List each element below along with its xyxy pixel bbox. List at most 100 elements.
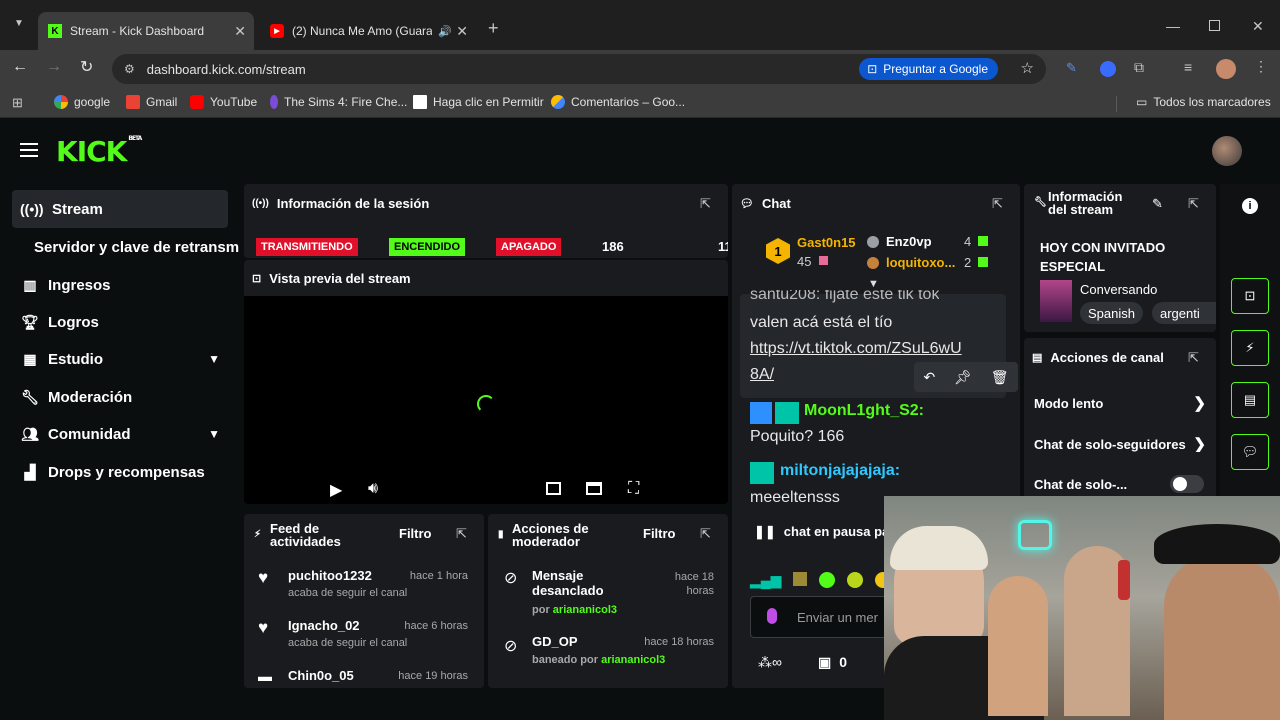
- expand-icon[interactable]: ⇱: [700, 526, 714, 541]
- chat-username[interactable]: MoonL1ght_S2:: [804, 402, 924, 420]
- restore-icon[interactable]: [1209, 20, 1220, 31]
- chat-paused-notice[interactable]: ❚❚ chat en pausa par: [754, 524, 894, 540]
- stream-preview-panel: ⊡ Vista previa del stream ▶ 🔊︎ ⛶: [244, 260, 728, 504]
- action-followers-only[interactable]: Chat de solo-seguidores ❯: [1034, 437, 1210, 452]
- bookmark-google[interactable]: google: [54, 95, 110, 109]
- ask-google-button[interactable]: ⊡ Preguntar a Google: [859, 58, 998, 80]
- expand-icon[interactable]: ⇱: [456, 526, 470, 541]
- gifter-name[interactable]: Gast0n15: [797, 235, 856, 250]
- mod-action-name[interactable]: GD_OP: [532, 634, 578, 649]
- sidebar-item-estudio[interactable]: ▦ Estudio ▼: [12, 340, 228, 378]
- emote-icon[interactable]: [847, 572, 864, 588]
- expand-icon[interactable]: ⇱: [992, 196, 1006, 211]
- rail-document-button[interactable]: ▤: [1231, 382, 1269, 418]
- filter-button[interactable]: Filtro: [643, 526, 676, 541]
- chat-link[interactable]: 8A/: [750, 366, 774, 384]
- sidebar-item-server-key[interactable]: Servidor y clave de retransm: [12, 228, 244, 266]
- sidebar-item-drops[interactable]: ▟ Drops y recompensas: [12, 453, 228, 491]
- url-text[interactable]: dashboard.kick.com/stream: [147, 62, 306, 77]
- pin-icon[interactable]: 📌︎: [954, 369, 972, 386]
- play-icon[interactable]: ▶: [330, 480, 342, 500]
- tab-search-icon[interactable]: ▼: [10, 18, 28, 36]
- sliders-icon: ▤: [1032, 351, 1043, 364]
- reply-icon[interactable]: ↶: [923, 369, 935, 386]
- rail-camera-button[interactable]: ⊡: [1231, 278, 1269, 314]
- volume-icon[interactable]: 🔊︎: [368, 480, 378, 498]
- extension-blue-icon[interactable]: [1100, 61, 1116, 77]
- bookmark-star-icon[interactable]: ☆: [1021, 59, 1034, 77]
- lightning-icon: ⚡︎: [254, 529, 262, 540]
- gifter-name[interactable]: loquitoxo...: [886, 255, 955, 270]
- user-avatar[interactable]: [1212, 136, 1242, 166]
- emote-icon[interactable]: [819, 572, 836, 588]
- feed-username[interactable]: Chin0o_05: [288, 668, 354, 683]
- back-icon[interactable]: ←: [12, 58, 28, 76]
- speaker-icon[interactable]: 🔊: [438, 25, 452, 38]
- fullscreen-icon[interactable]: ⛶: [628, 480, 639, 498]
- feed-action: acaba de seguir el canal: [288, 637, 408, 649]
- edit-pencil-icon[interactable]: ✎: [1152, 196, 1163, 212]
- feed-time: hace 19 horas: [398, 670, 468, 682]
- close-tab-icon[interactable]: ✕: [234, 23, 246, 40]
- og-badge-icon: [750, 462, 774, 484]
- tag[interactable]: argenti: [1152, 302, 1216, 324]
- feed-username[interactable]: puchitoo1232: [288, 568, 372, 583]
- extensions-puzzle-icon[interactable]: ⧉: [1134, 59, 1144, 76]
- bookmark-gmail[interactable]: Gmail: [126, 95, 177, 109]
- rail-lightning-button[interactable]: ⚡︎: [1231, 330, 1269, 366]
- info-icon[interactable]: i: [1242, 198, 1258, 214]
- gifter-name[interactable]: Enz0vp: [886, 234, 932, 249]
- channel-points-icon[interactable]: ⁂∞: [758, 654, 782, 671]
- media-controls-icon[interactable]: ≡: [1184, 59, 1192, 75]
- site-info-icon[interactable]: ⚙: [124, 62, 135, 76]
- apps-grid-icon[interactable]: ⊞: [12, 95, 23, 111]
- hamburger-menu-icon[interactable]: [20, 143, 38, 157]
- bookmark-youtube[interactable]: YouTube: [190, 95, 257, 109]
- minimize-icon[interactable]: —: [1166, 18, 1180, 34]
- microphone-icon[interactable]: [767, 608, 777, 624]
- filter-button[interactable]: Filtro: [399, 526, 432, 541]
- bookmark-comentarios[interactable]: Comentarios – Goo...: [551, 95, 685, 109]
- sidebar-item-moderacion[interactable]: 🔧︎ Moderación: [12, 378, 228, 416]
- chat-username[interactable]: miltonjajajajaja:: [780, 462, 900, 480]
- collapse-icon[interactable]: ▼: [868, 278, 879, 290]
- points-display[interactable]: ▣ 0: [818, 654, 847, 671]
- sidebar-item-ingresos[interactable]: ▥ Ingresos: [12, 266, 228, 304]
- close-window-icon[interactable]: ✕: [1252, 18, 1264, 35]
- pip-icon[interactable]: [546, 482, 561, 495]
- expand-icon[interactable]: ⇱: [1188, 196, 1202, 211]
- pen-extension-icon[interactable]: ✎: [1066, 60, 1077, 76]
- profile-avatar[interactable]: [1216, 59, 1236, 79]
- stats-icon[interactable]: ▂▄▆: [750, 572, 781, 589]
- emote-icon[interactable]: [793, 572, 808, 586]
- reload-icon[interactable]: ↻: [80, 57, 93, 77]
- close-tab-icon[interactable]: ✕: [456, 23, 468, 40]
- chat-link[interactable]: https://vt.tiktok.com/ZSuL6wU: [750, 340, 962, 358]
- theater-icon[interactable]: [586, 482, 602, 495]
- sidebar-item-logros[interactable]: 🏆︎ Logros: [12, 303, 228, 341]
- kick-logo[interactable]: KICK BETA: [56, 135, 142, 168]
- address-bar[interactable]: ⚙ dashboard.kick.com/stream ⊡ Preguntar …: [112, 54, 1046, 84]
- tab-youtube[interactable]: ▶ (2) Nunca Me Amo (Guaraci 🔊 ✕: [260, 12, 476, 50]
- broadcast-icon: ((•)): [252, 197, 269, 209]
- chrome-menu-icon[interactable]: ⋮: [1254, 58, 1268, 75]
- bookmark-permitir[interactable]: Haga clic en Permitir: [413, 95, 544, 109]
- tag[interactable]: Spanish: [1080, 302, 1143, 324]
- new-tab-button[interactable]: +: [488, 18, 499, 39]
- feed-username[interactable]: Ignacho_02: [288, 618, 360, 633]
- all-bookmarks[interactable]: ▭ Todos los marcadores: [1136, 95, 1271, 109]
- expand-icon[interactable]: ⇱: [700, 196, 714, 211]
- chat-placeholder: Enviar un mer: [797, 610, 878, 625]
- delete-icon[interactable]: 🗑︎: [991, 369, 1009, 386]
- rail-chat-button[interactable]: 💬︎: [1231, 434, 1269, 470]
- sidebar-item-comunidad[interactable]: 👥︎ Comunidad ▼: [12, 415, 228, 453]
- bookmark-sims[interactable]: The Sims 4: Fire Che...: [270, 95, 407, 109]
- forward-icon[interactable]: →: [46, 58, 62, 76]
- action-subs-only[interactable]: Chat de solo-...: [1034, 475, 1210, 493]
- toggle-switch[interactable]: [1170, 475, 1204, 493]
- sidebar-item-stream[interactable]: ((•)) Stream: [12, 190, 228, 228]
- action-slow-mode[interactable]: Modo lento ❯: [1034, 395, 1210, 412]
- expand-icon[interactable]: ⇱: [1188, 350, 1202, 365]
- tab-kick-dashboard[interactable]: K Stream - Kick Dashboard ✕: [38, 12, 254, 50]
- category-name[interactable]: Conversando: [1080, 282, 1157, 297]
